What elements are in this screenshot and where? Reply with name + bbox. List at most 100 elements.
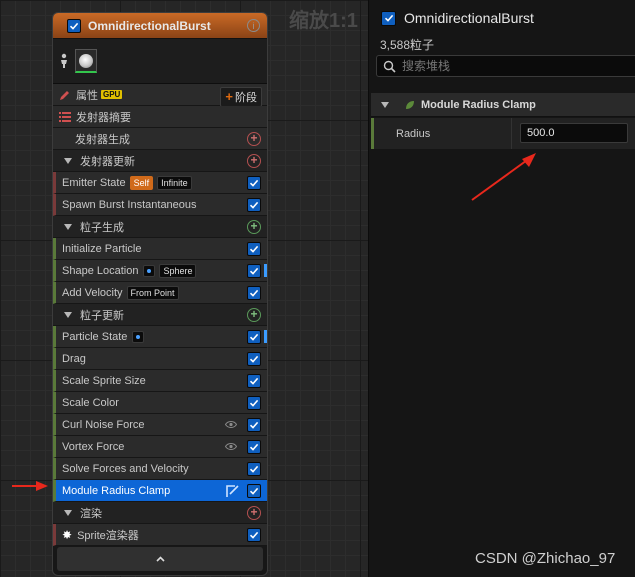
details-enable-checkbox[interactable]	[381, 10, 396, 26]
module-row[interactable]: Drag	[53, 348, 267, 370]
module-label: Vortex Force	[62, 440, 125, 453]
dynamic-input-icon	[143, 264, 156, 277]
module-title: Module Radius Clamp	[421, 98, 536, 111]
stage-section-header[interactable]: 发射器更新 +	[53, 150, 267, 172]
add-module-button[interactable]: +	[247, 308, 261, 322]
radius-property-row: Radius	[371, 118, 635, 149]
collapse-triangle-icon[interactable]	[64, 509, 72, 516]
collapse-triangle-icon[interactable]	[64, 311, 72, 318]
chevron-up-icon	[155, 556, 165, 562]
module-badge: Self	[129, 175, 154, 190]
eye-icon[interactable]	[225, 442, 237, 451]
module-enable-checkbox[interactable]	[247, 330, 261, 344]
gpu-badge: GPU	[101, 90, 123, 99]
stage-label: 发射器更新	[80, 155, 135, 168]
module-label: Drag	[62, 352, 86, 365]
module-enable-checkbox[interactable]	[247, 418, 261, 432]
module-label: Add Velocity	[62, 286, 123, 299]
module-row[interactable]: Scale Color	[53, 392, 267, 414]
stage-section-header[interactable]: 渲染 +	[53, 502, 267, 524]
module-row[interactable]: ✸ Sprite渲染器	[53, 524, 267, 546]
module-enable-checkbox[interactable]	[247, 264, 261, 278]
module-enable-checkbox[interactable]	[247, 176, 261, 190]
list-icon	[59, 111, 71, 122]
zoom-label: 缩放1:1	[289, 10, 358, 32]
radius-value-input[interactable]	[520, 123, 628, 143]
module-enable-checkbox[interactable]	[247, 528, 261, 542]
highlight-strip	[264, 330, 267, 343]
add-module-button[interactable]: +	[247, 220, 261, 234]
collapse-triangle-icon[interactable]	[64, 223, 72, 230]
emitter-summary-row[interactable]: 发射器摘要	[53, 106, 267, 128]
module-row[interactable]: Add Velocity From Point	[53, 282, 267, 304]
collapse-triangle-icon[interactable]	[64, 157, 72, 164]
collapse-triangle-icon[interactable]	[381, 101, 389, 108]
module-header[interactable]: Module Radius Clamp	[371, 93, 635, 117]
module-enable-checkbox[interactable]	[247, 396, 261, 410]
module-row[interactable]: Shape Location Sphere	[53, 260, 267, 282]
search-input[interactable]	[402, 59, 602, 73]
watermark: CSDN @Zhichao_97	[475, 550, 616, 567]
module-row[interactable]: Spawn Burst Instantaneous	[53, 194, 267, 216]
module-row[interactable]: Scale Sprite Size	[53, 370, 267, 392]
emitter-header[interactable]: OmnidirectionalBurst i	[53, 13, 267, 39]
edit-note-icon[interactable]	[226, 484, 240, 498]
sprite-thumbnail[interactable]	[75, 49, 97, 73]
module-row[interactable]: Particle State	[53, 326, 267, 348]
module-enable-checkbox[interactable]	[247, 242, 261, 256]
module-label: Scale Sprite Size	[62, 374, 146, 387]
module-label: Shape Location	[62, 264, 139, 277]
stage-label: 发射器生成	[75, 133, 130, 146]
module-row[interactable]: Module Radius Clamp	[53, 480, 267, 502]
radius-label: Radius	[396, 127, 431, 140]
red-arrow-annotation-details	[471, 153, 536, 201]
emitter-node[interactable]: OmnidirectionalBurst i 属性 GPU + 阶段 发射器摘要发…	[52, 12, 268, 576]
module-badge: Infinite	[157, 175, 192, 190]
stage-label: 粒子生成	[80, 221, 124, 234]
dynamic-input-icon	[132, 330, 145, 343]
search-icon	[383, 60, 396, 73]
highlight-strip	[264, 264, 267, 277]
emitter-title: OmnidirectionalBurst	[88, 18, 211, 33]
search-box[interactable]	[376, 55, 635, 77]
module-row[interactable]: Solve Forces and Velocity	[53, 458, 267, 480]
module-label: Solve Forces and Velocity	[62, 462, 189, 475]
module-enable-checkbox[interactable]	[247, 440, 261, 454]
module-label: Particle State	[62, 330, 128, 343]
properties-label: 属性	[76, 89, 98, 102]
module-row[interactable]: Vortex Force	[53, 436, 267, 458]
particle-count: 3,588粒子	[380, 38, 435, 52]
details-header: OmnidirectionalBurst	[369, 0, 635, 36]
person-icon[interactable]	[60, 53, 68, 69]
add-stage-button[interactable]: + 阶段	[220, 87, 262, 107]
module-label: Spawn Burst Instantaneous	[62, 198, 197, 211]
module-enable-checkbox[interactable]	[247, 352, 261, 366]
stage-label: 粒子更新	[80, 309, 124, 322]
module-row[interactable]: Curl Noise Force	[53, 414, 267, 436]
add-module-button[interactable]: +	[247, 506, 261, 520]
info-icon[interactable]: i	[247, 19, 260, 32]
module-enable-checkbox[interactable]	[247, 462, 261, 476]
properties-row[interactable]: 属性 GPU + 阶段	[53, 84, 267, 107]
emitter-enable-checkbox[interactable]	[67, 18, 81, 33]
module-row[interactable]: Initialize Particle	[53, 238, 267, 260]
add-module-button[interactable]: +	[247, 154, 261, 168]
module-leaf-icon	[406, 100, 414, 109]
red-arrow-annotation	[12, 481, 48, 491]
sprite-renderer-icon: ✸	[62, 527, 73, 542]
module-enable-checkbox[interactable]	[247, 286, 261, 300]
plus-icon: +	[225, 89, 233, 104]
emitter-spawn-row[interactable]: 发射器生成 +	[53, 128, 267, 150]
module-enable-checkbox[interactable]	[247, 484, 261, 498]
collapse-button[interactable]	[57, 547, 263, 571]
module-enable-checkbox[interactable]	[247, 374, 261, 388]
eye-icon[interactable]	[225, 420, 237, 429]
details-panel: OmnidirectionalBurst 3,588粒子 Module Radi…	[368, 0, 635, 577]
stage-section-header[interactable]: 粒子生成 +	[53, 216, 267, 238]
module-enable-checkbox[interactable]	[247, 198, 261, 212]
stage-section-header[interactable]: 粒子更新 +	[53, 304, 267, 326]
add-module-button[interactable]: +	[247, 132, 261, 146]
module-row[interactable]: Emitter State Self Infinite	[53, 172, 267, 194]
pencil-icon	[60, 90, 69, 100]
module-label: Sprite渲染器	[77, 529, 139, 542]
